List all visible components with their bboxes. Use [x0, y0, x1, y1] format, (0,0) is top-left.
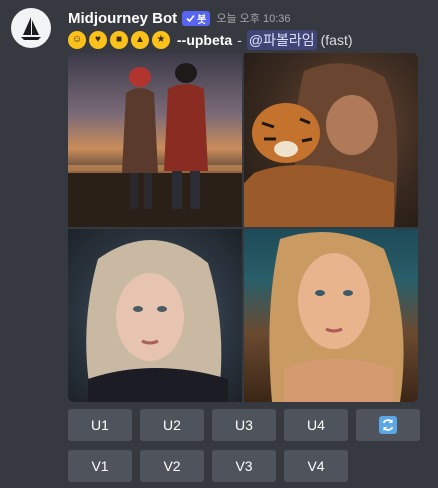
smiling-face-with-hearts-icon: ♥: [89, 31, 107, 49]
checkmark-icon: [186, 14, 195, 22]
bot-badge: 봇: [182, 10, 211, 26]
refresh-icon: [379, 416, 397, 434]
chat-message: Midjourney Bot 봇 오늘 오후 10:36 ☺ ♥ ■ ▲ ★ -…: [0, 0, 438, 488]
upscale-row: U1 U2 U3 U4: [68, 409, 420, 441]
variation-button-1[interactable]: V1: [68, 450, 132, 482]
upscale-button-3[interactable]: U3: [212, 409, 276, 441]
speed-mode: (fast): [320, 32, 353, 48]
grid-image-3[interactable]: [68, 229, 242, 402]
star-struck-face-icon: ★: [152, 31, 170, 49]
freckled-woman-portrait-image: [269, 231, 404, 402]
image-grid[interactable]: [68, 53, 418, 402]
variation-row: V1 V2 V3 V4: [68, 450, 348, 482]
couple-on-pier-image: [68, 63, 242, 227]
sailboat-icon: [21, 17, 41, 40]
bot-badge-label: 봇: [197, 14, 207, 26]
grid-image-2[interactable]: [244, 53, 418, 227]
avatar[interactable]: [11, 8, 51, 48]
smiling-face-icon: ☺: [68, 31, 86, 49]
variation-button-3[interactable]: V3: [212, 450, 276, 482]
blonde-woman-portrait-image: [86, 239, 228, 402]
grid-image-1[interactable]: [68, 53, 242, 227]
grid-image-4[interactable]: [244, 229, 418, 402]
party-face-icon: ▲: [131, 31, 149, 49]
child-with-tiger-image: [244, 63, 398, 227]
prompt-text: --upbeta: [177, 32, 233, 48]
author-name[interactable]: Midjourney Bot: [68, 10, 177, 27]
message-content: ☺ ♥ ■ ▲ ★ --upbeta - @파볼라임 (fast): [68, 30, 353, 50]
upscale-button-2[interactable]: U2: [140, 409, 204, 441]
variation-button-2[interactable]: V2: [140, 450, 204, 482]
sunglasses-face-icon: ■: [110, 31, 128, 49]
separator: -: [237, 32, 242, 48]
upscale-button-1[interactable]: U1: [68, 409, 132, 441]
reroll-button[interactable]: [356, 409, 420, 441]
user-mention[interactable]: @파볼라임: [246, 30, 317, 50]
variation-button-4[interactable]: V4: [284, 450, 348, 482]
upscale-button-4[interactable]: U4: [284, 409, 348, 441]
timestamp: 오늘 오후 10:36: [216, 13, 291, 25]
message-header: Midjourney Bot 봇 오늘 오후 10:36: [68, 8, 291, 28]
